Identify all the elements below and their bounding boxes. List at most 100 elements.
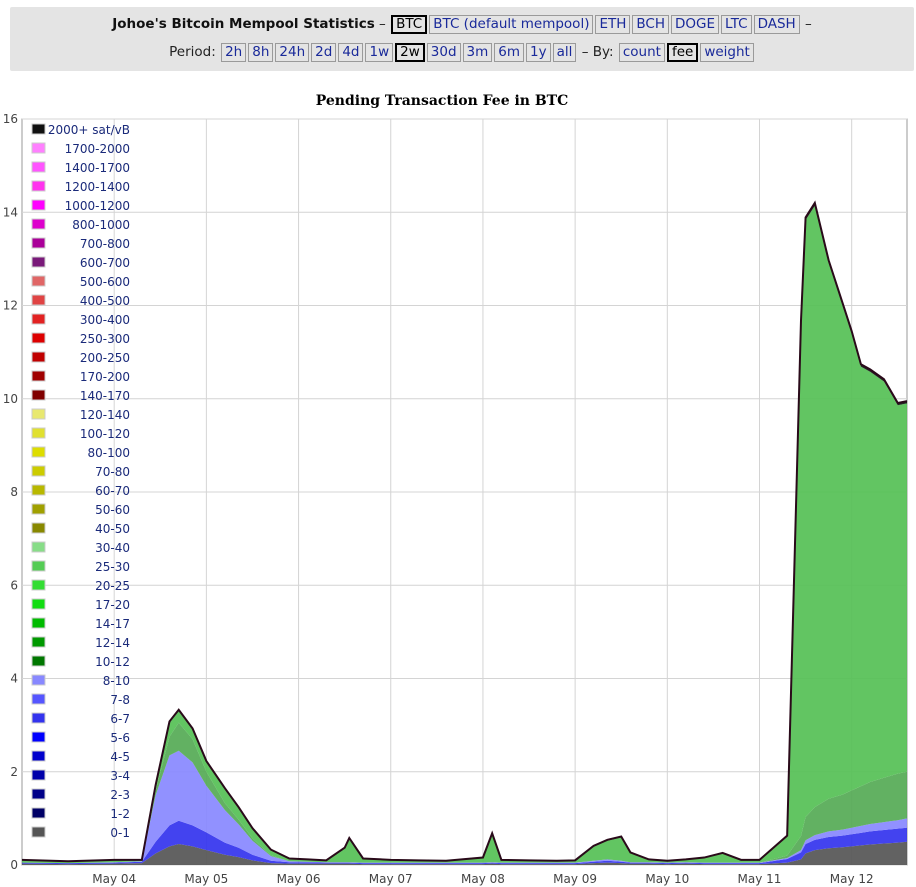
legend-swatch [31, 332, 46, 344]
legend-swatch [31, 655, 46, 667]
legend-label: 14-17 [95, 617, 130, 631]
metric-button-weight[interactable]: weight [700, 43, 754, 62]
legend-label: 12-14 [95, 636, 130, 650]
legend-swatch [31, 522, 46, 534]
legend-label: 60-70 [95, 484, 130, 498]
legend-label: 1000-1200 [65, 199, 130, 213]
legend-swatch [31, 389, 46, 401]
period-button-1y[interactable]: 1y [526, 43, 551, 62]
y-tick-label: 6 [10, 578, 18, 592]
legend-swatch [31, 408, 46, 420]
legend-swatch [31, 503, 46, 515]
legend-swatch [31, 731, 46, 743]
legend-swatch [31, 123, 46, 135]
legend-label: 200-250 [80, 351, 130, 365]
site-title: Johoe's Bitcoin Mempool Statistics [112, 16, 375, 32]
legend-label: 500-600 [80, 275, 130, 289]
coin-selector-row: Johoe's Bitcoin Mempool Statistics – BTC… [10, 15, 914, 34]
legend-swatch [31, 693, 46, 705]
legend-label: 80-100 [87, 446, 130, 460]
legend-label: 6-7 [110, 712, 130, 726]
metric-button-fee[interactable]: fee [666, 43, 699, 62]
x-tick-label: May 04 [92, 872, 136, 886]
legend-swatch [31, 598, 46, 610]
legend-label: 250-300 [80, 332, 130, 346]
x-tick-label: May 11 [738, 872, 782, 886]
period-button-30d[interactable]: 30d [426, 43, 461, 62]
legend-swatch [31, 313, 46, 325]
legend-label: 800-1000 [72, 218, 130, 232]
legend-swatch [31, 541, 46, 553]
legend-swatch [31, 807, 46, 819]
legend-label: 700-800 [80, 237, 130, 251]
x-tick-label: May 07 [369, 872, 413, 886]
period-button-2w[interactable]: 2w [395, 43, 425, 62]
legend-swatch [31, 199, 46, 211]
legend-label: 1200-1400 [65, 180, 130, 194]
legend-swatch [31, 256, 46, 268]
metric-button-group: count fee weight [618, 43, 755, 62]
legend-swatch [31, 712, 46, 724]
coin-button-ltc[interactable]: LTC [721, 15, 752, 34]
x-tick-label: May 12 [830, 872, 874, 886]
coin-button-btc-default-mempool[interactable]: BTC (default mempool) [429, 15, 594, 34]
metric-button-count[interactable]: count [618, 43, 665, 62]
x-tick-label: May 05 [184, 872, 228, 886]
coin-button-group: BTC BTC (default mempool) ETH BCH DOGE LTC DAS… [390, 15, 801, 34]
legend-swatch [31, 180, 46, 192]
by-label: – By: [581, 44, 614, 60]
legend-label: 10-12 [95, 655, 130, 669]
y-tick-label: 12 [3, 299, 18, 313]
x-tick-label: May 10 [645, 872, 689, 886]
legend-label: 2-3 [110, 788, 130, 802]
legend-swatch [31, 161, 46, 173]
legend-swatch [31, 142, 46, 154]
legend-label: 50-60 [95, 503, 130, 517]
y-tick-label: 14 [3, 205, 18, 219]
legend-label: 40-50 [95, 522, 130, 536]
legend-label: 400-500 [80, 294, 130, 308]
period-button-1w[interactable]: 1w [365, 43, 394, 62]
coin-button-dash[interactable]: DASH [753, 15, 800, 34]
chart-title: Pending Transaction Fee in BTC [315, 93, 569, 109]
coin-button-doge[interactable]: DOGE [671, 15, 720, 34]
coin-button-bch[interactable]: BCH [632, 15, 670, 34]
period-button-3m[interactable]: 3m [462, 43, 493, 62]
legend-label: 170-200 [80, 370, 130, 384]
period-selector-row: Period: 2h 8h 24h 2d 4d 1w 2w 30d 3m 6m 1y all – By… [10, 43, 914, 62]
legend-label: 3-4 [110, 769, 130, 783]
legend-swatch [31, 370, 46, 382]
fee-area-chart: 0 2 4 6 8 10 12 14 16 May 04 May 05 May 06 May 07 May… [3, 112, 908, 886]
coin-trailing-separator: – [805, 16, 812, 32]
y-tick-label: 0 [10, 858, 18, 872]
title-separator: – [379, 16, 386, 32]
x-tick-label: May 08 [461, 872, 505, 886]
period-button-8h[interactable]: 8h [248, 43, 274, 62]
legend-label: 100-120 [80, 427, 130, 441]
legend-label: 1700-2000 [65, 142, 130, 156]
period-button-24h[interactable]: 24h [275, 43, 310, 62]
legend-swatch [31, 446, 46, 458]
coin-button-eth[interactable]: ETH [595, 15, 631, 34]
period-button-2h[interactable]: 2h [221, 43, 247, 62]
y-tick-label: 10 [3, 392, 18, 406]
period-button-2d[interactable]: 2d [311, 43, 337, 62]
legend-label: 1-2 [110, 807, 130, 821]
legend-swatch [31, 579, 46, 591]
period-button-6m[interactable]: 6m [494, 43, 525, 62]
legend-swatch [31, 674, 46, 686]
period-button-4d[interactable]: 4d [338, 43, 364, 62]
period-button-all[interactable]: all [552, 43, 577, 62]
coin-button-btc[interactable]: BTC [391, 15, 428, 34]
stats-navigation-bar: Johoe's Bitcoin Mempool Statistics – BTC… [10, 7, 914, 71]
legend-swatch [31, 617, 46, 629]
period-button-group: 2h 8h 24h 2d 4d 1w 2w 30d 3m 6m 1y all [220, 43, 577, 62]
legend-swatch [31, 636, 46, 648]
y-tick-label: 16 [3, 112, 18, 126]
legend-swatch [31, 218, 46, 230]
legend-swatch [31, 484, 46, 496]
legend-label: 25-30 [95, 560, 130, 574]
legend-swatch [31, 788, 46, 800]
period-label: Period: [169, 44, 216, 60]
legend-swatch [31, 351, 46, 363]
